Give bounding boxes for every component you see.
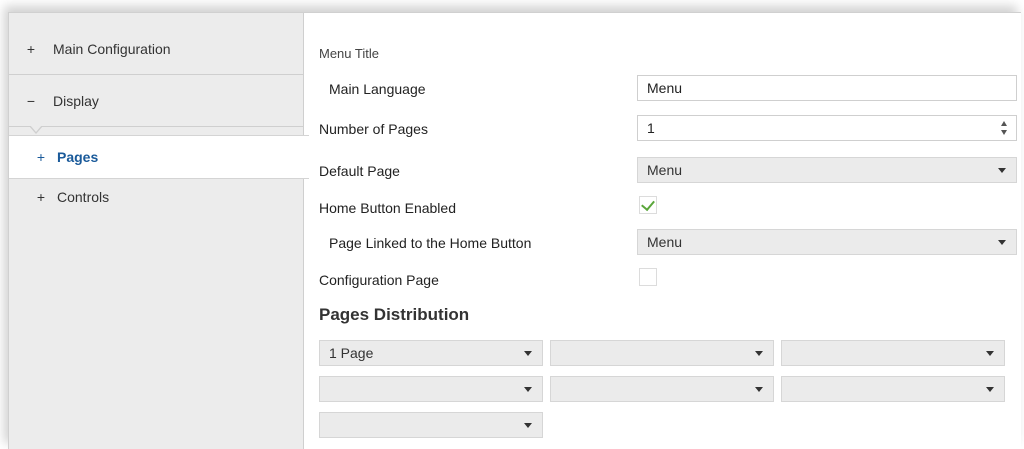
chevron-down-icon [755,387,763,392]
chevron-down-icon [755,351,763,356]
distribution-select-value: 1 Page [329,345,374,361]
number-of-pages-label: Number of Pages [319,121,428,137]
spinner-arrows-icon[interactable] [1000,119,1010,137]
distribution-select-4[interactable] [319,376,543,402]
window-frame: + Main Configuration − Display + Pages +… [8,12,1021,449]
chevron-down-icon [524,423,532,428]
main-language-label: Main Language [329,81,426,97]
chevron-down-icon [986,387,994,392]
number-of-pages-stepper[interactable]: 1 [637,115,1017,141]
distribution-select-1[interactable]: 1 Page [319,340,543,366]
page-linked-select[interactable]: Menu [637,229,1017,255]
sidebar-item-pages[interactable]: + Pages [9,135,309,179]
sidebar-item-display[interactable]: − Display [9,75,303,127]
home-button-label: Home Button Enabled [319,200,456,216]
configuration-page-label: Configuration Page [319,272,439,288]
distribution-select-6[interactable] [781,376,1005,402]
main-language-input[interactable]: Menu [637,75,1017,101]
checkmark-icon [641,196,655,212]
default-page-label: Default Page [319,163,400,179]
chevron-down-icon [998,240,1006,245]
distribution-select-7[interactable] [319,412,543,438]
expand-icon: + [36,189,46,205]
expand-icon: + [36,149,46,165]
default-page-value: Menu [647,162,683,178]
home-button-checkbox[interactable] [639,196,657,214]
chevron-down-icon [524,351,532,356]
sidebar-item-label: Display [53,92,99,109]
distribution-select-2[interactable] [550,340,774,366]
chevron-down-icon [998,168,1006,173]
expand-icon: + [26,40,36,57]
collapse-icon: − [26,92,36,109]
sidebar-item-main-configuration[interactable]: + Main Configuration [9,23,303,75]
chevron-down-icon [524,387,532,392]
sidebar-item-label: Controls [57,189,110,205]
number-of-pages-value: 1 [647,120,655,136]
distribution-select-5[interactable] [550,376,774,402]
configuration-page-checkbox[interactable] [639,268,657,286]
sidebar-item-label: Pages [57,149,99,165]
page-linked-label: Page Linked to the Home Button [329,235,532,251]
sidebar-item-label: Main Configuration [53,40,171,57]
page-linked-value: Menu [647,234,683,250]
default-page-select[interactable]: Menu [637,157,1017,183]
pages-distribution-heading: Pages Distribution [319,305,470,324]
sidebar: + Main Configuration − Display + Pages +… [9,13,309,449]
sidebar-item-controls[interactable]: + Controls [9,183,303,211]
chevron-down-icon [986,351,994,356]
menu-title-label: Menu Title [319,46,379,61]
distribution-select-3[interactable] [781,340,1005,366]
parameters-panel: Menu Title Main Language Menu Number of … [319,13,1019,449]
